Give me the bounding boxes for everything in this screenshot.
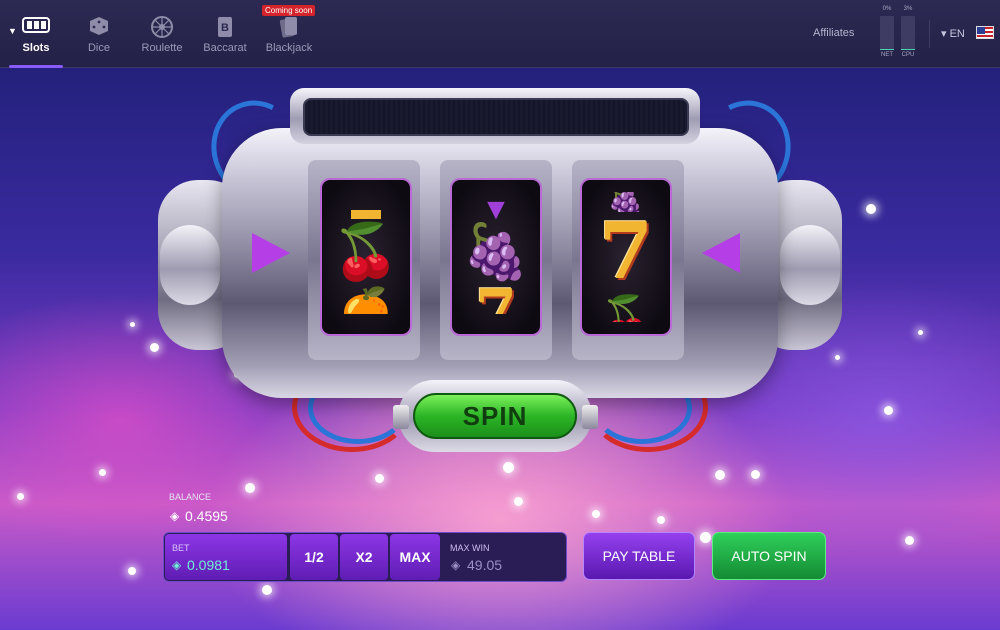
bar-symbol: ▬ [351,200,381,220]
seven-symbol: 7 [452,284,540,314]
reel-1: ▬ 🍒 🍊 [320,178,412,336]
right-knob [780,225,840,305]
seven-symbol: 7 [598,206,654,297]
double-bet-button[interactable]: X2 [340,534,388,580]
bet-value: 0.0981 [187,557,230,573]
balance-label: BALANCE [169,492,212,502]
reel-2: ▼ 🍇 7 [450,178,542,336]
reel-3: 🍇 7 🍒 [580,178,672,336]
crypto-drop-icon: ◈ [170,509,180,523]
max-win-value: 49.05 [467,557,503,573]
cherry-symbol: 🍒 [332,222,400,282]
balance-value: 0.4595 [185,508,228,524]
bar-symbol: ▼ [481,200,511,220]
spin-post-left [393,405,409,429]
max-win-field [442,534,565,580]
bet-label: BET [172,543,190,553]
crypto-drop-icon: ◈ [451,558,461,572]
right-pointer-arrow-icon [702,233,740,273]
cherry-symbol: 🍒 [601,295,651,322]
left-pointer-arrow-icon [252,233,290,273]
left-knob [160,225,220,305]
auto-spin-button[interactable]: AUTO SPIN [712,532,826,580]
win-display [303,98,689,136]
crypto-drop-icon: ◈ [172,558,182,572]
max-bet-button[interactable]: MAX [390,534,440,580]
spin-post-right [582,405,598,429]
orange-symbol: 🍊 [341,287,391,314]
half-bet-button[interactable]: 1/2 [290,534,338,580]
spin-button[interactable]: SPIN [413,393,577,439]
grapes-symbol: 🍇 [462,222,530,282]
pay-table-button[interactable]: PAY TABLE [583,532,695,580]
max-win-label: MAX WIN [450,543,490,553]
